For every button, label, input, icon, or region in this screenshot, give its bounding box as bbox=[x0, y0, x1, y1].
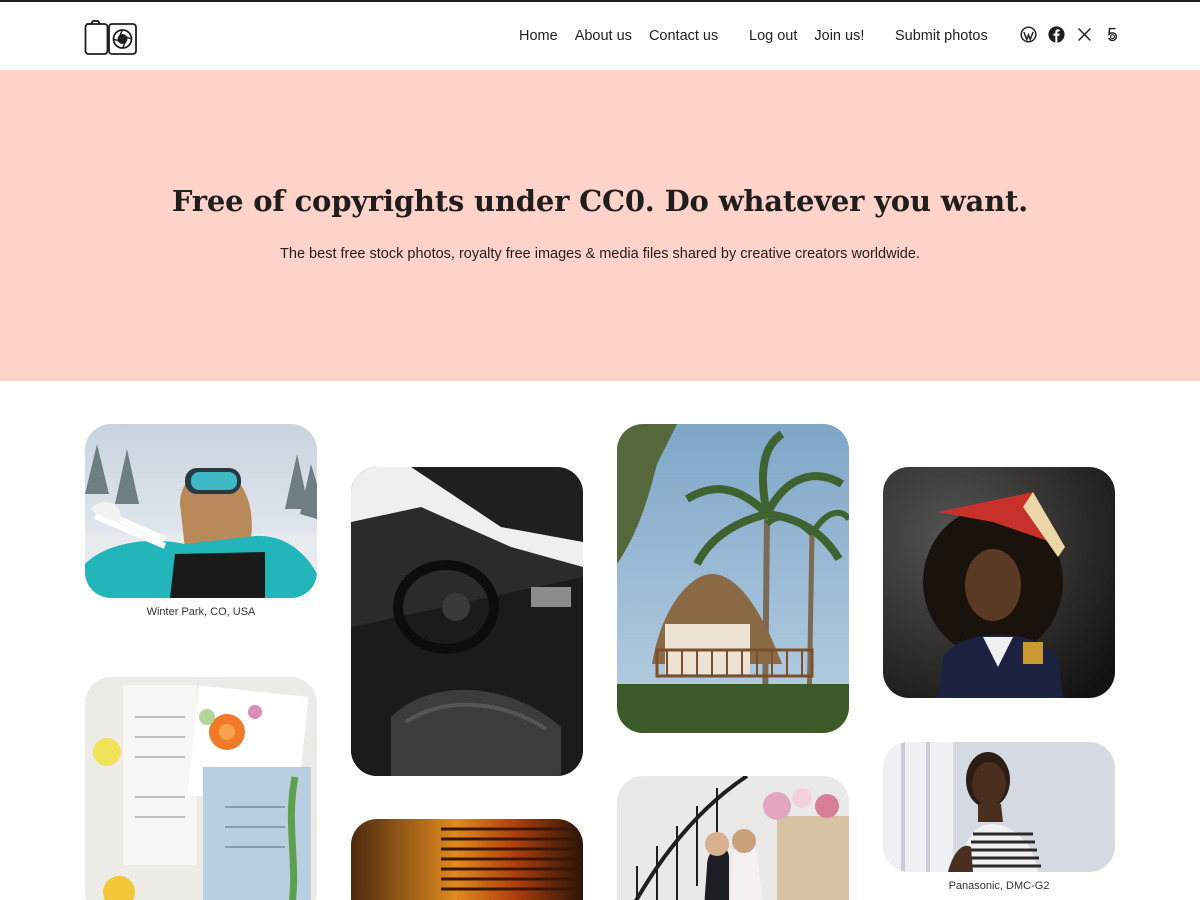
social-links bbox=[1020, 26, 1121, 43]
submit-nav: Submit photos bbox=[895, 2, 988, 70]
500px-icon[interactable] bbox=[1104, 26, 1121, 43]
nav-submit-photos-link[interactable]: Submit photos bbox=[895, 28, 988, 44]
hero-subtitle: The best free stock photos, royalty free… bbox=[280, 246, 920, 262]
photo-caption-skier: Winter Park, CO, USA bbox=[146, 606, 256, 618]
nav-logout-link[interactable]: Log out bbox=[749, 28, 797, 44]
wedding-stationery-photo bbox=[85, 677, 317, 900]
account-nav: Log out Join us! bbox=[749, 2, 881, 70]
photo-card-skier[interactable] bbox=[85, 424, 317, 598]
photo-caption-portrait-woman: Panasonic, DMC-G2 bbox=[948, 880, 1050, 892]
nav-about-link[interactable]: About us bbox=[575, 28, 632, 44]
wedding-couple-photo bbox=[617, 776, 849, 900]
wordpress-icon[interactable] bbox=[1020, 26, 1037, 43]
photo-card-portrait-woman[interactable] bbox=[883, 742, 1115, 872]
warm-blinds-photo bbox=[351, 819, 583, 900]
photo-card-wedding-stationery[interactable] bbox=[85, 677, 317, 900]
camera-logo-icon[interactable] bbox=[84, 18, 138, 56]
nav-join-link[interactable]: Join us! bbox=[814, 28, 864, 44]
nav-home-link[interactable]: Home bbox=[519, 28, 558, 44]
skier-photo bbox=[85, 424, 317, 598]
x-icon[interactable] bbox=[1076, 26, 1093, 43]
photo-card-wedding-couple[interactable] bbox=[617, 776, 849, 900]
photo-card-warm-blinds[interactable] bbox=[351, 819, 583, 900]
car-interior-photo bbox=[351, 467, 583, 776]
site-header: Home About us Contact us Log out Join us… bbox=[0, 2, 1200, 70]
photo-card-palm-hut[interactable] bbox=[617, 424, 849, 733]
photo-card-woman-hat[interactable] bbox=[883, 467, 1115, 698]
photo-card-car-interior[interactable] bbox=[351, 467, 583, 776]
woman-hat-photo bbox=[883, 467, 1115, 698]
hero-banner: Free of copyrights under CC0. Do whateve… bbox=[0, 70, 1200, 381]
palm-hut-photo bbox=[617, 424, 849, 733]
hero-title: Free of copyrights under CC0. Do whateve… bbox=[171, 184, 1029, 218]
portrait-woman-photo bbox=[883, 742, 1115, 872]
facebook-icon[interactable] bbox=[1048, 26, 1065, 43]
main-nav: Home About us Contact us bbox=[519, 2, 735, 70]
nav-contact-link[interactable]: Contact us bbox=[649, 28, 718, 44]
